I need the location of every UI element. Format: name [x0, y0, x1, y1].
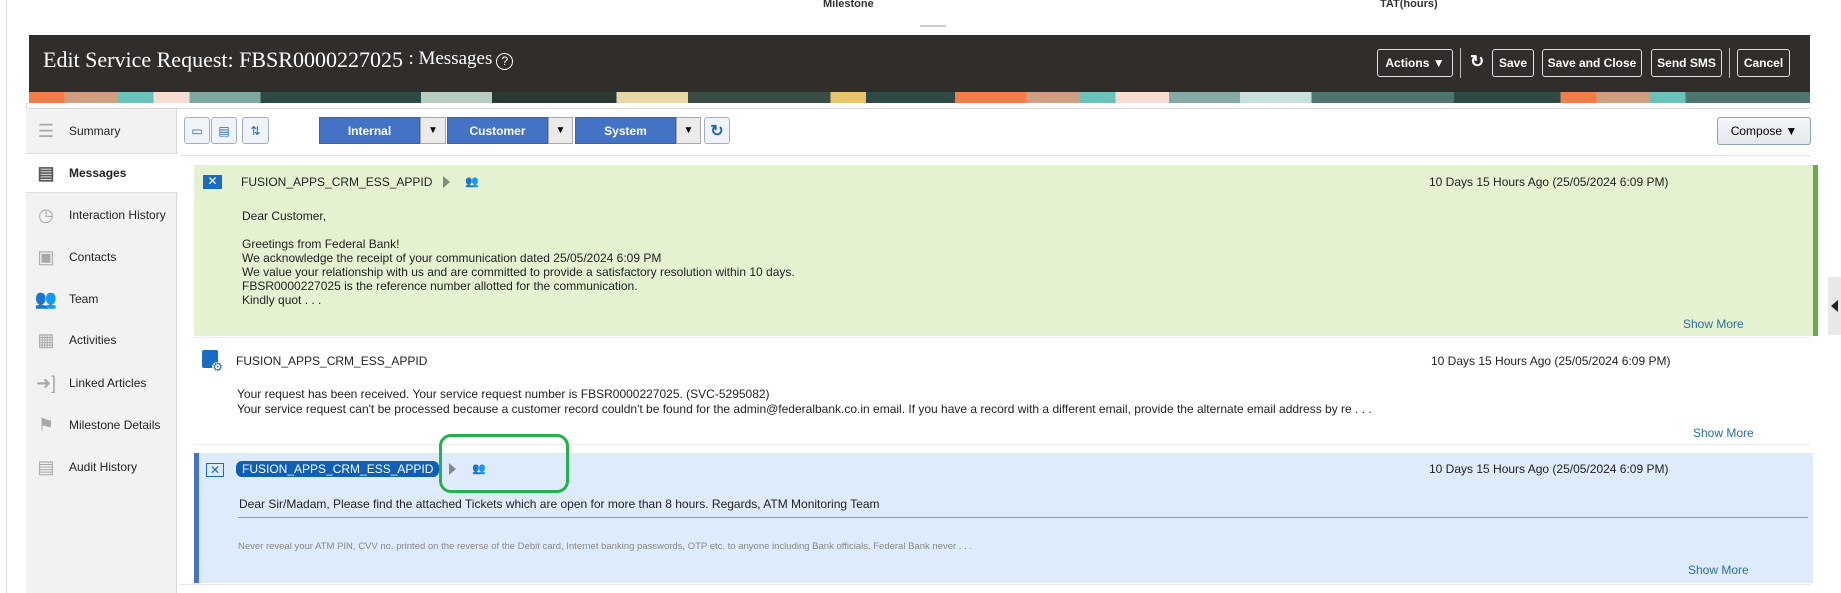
message-line: FBSR0000227025 is the reference number a…	[242, 279, 638, 293]
page-title: Edit Service Request: FBSR0000227025 : M…	[43, 47, 514, 73]
sidebar-item-contacts[interactable]: ▣ Contacts	[26, 237, 177, 277]
email-icon: ✕	[206, 463, 224, 477]
sidebar-item-label: Audit History	[69, 460, 138, 474]
show-more-link[interactable]: Show More	[1688, 563, 1749, 577]
sidebar-item-label: Messages	[69, 166, 127, 180]
email-icon: ✕	[203, 175, 222, 189]
compact-view-icon: ▭	[191, 123, 203, 138]
filter-internal-button[interactable]: Internal	[319, 117, 420, 144]
message-timestamp: 10 Days 15 Hours Ago (25/05/2024 6:09 PM…	[1429, 175, 1669, 189]
sidebar-item-activities[interactable]: ▦ Activities	[26, 320, 177, 360]
message-sender[interactable]: FUSION_APPS_CRM_ESS_APPID	[236, 354, 427, 368]
sidebar-item-interaction-history[interactable]: ◷ Interaction History	[26, 195, 177, 235]
chevron-down-icon: ▼	[555, 125, 566, 136]
audit-icon: ▤	[37, 456, 55, 477]
message-line: Dear Customer,	[242, 209, 327, 223]
message-sender-selected[interactable]: FUSION_APPS_CRM_ESS_APPID	[236, 461, 440, 477]
linked-articles-icon: ➜]	[35, 372, 57, 393]
send-sms-button[interactable]: Send SMS	[1651, 49, 1722, 77]
contacts-icon: ▣	[37, 246, 55, 267]
filter-system-dropdown[interactable]: ▼	[676, 117, 701, 144]
message-line: Greetings from Federal Bank!	[242, 237, 400, 251]
refresh-messages-button[interactable]: ↻	[704, 117, 730, 144]
divider	[180, 155, 1810, 156]
summary-icon: ☰	[37, 120, 55, 141]
compose-button[interactable]: Compose ▼	[1717, 117, 1811, 145]
title-section: : Messages	[408, 48, 493, 69]
refresh-icon: ↻	[710, 122, 724, 140]
help-icon[interactable]: ?	[496, 53, 514, 71]
save-and-close-button[interactable]: Save and Close	[1542, 49, 1642, 77]
system-message-icon: ⚙	[202, 350, 223, 373]
page-border	[6, 0, 7, 593]
message-line: Your service request can't be processed …	[237, 402, 1372, 416]
compact-view-button[interactable]: ▭	[184, 117, 210, 144]
filter-customer-button[interactable]: Customer	[447, 117, 548, 144]
chevron-down-icon: ▼	[683, 125, 694, 136]
team-icon: 👥	[465, 176, 479, 188]
expand-recipients-icon[interactable]	[443, 176, 450, 188]
collapse-panel-handle[interactable]	[1828, 277, 1841, 335]
filter-system-button[interactable]: System	[575, 117, 676, 144]
sidebar-item-messages[interactable]: ▤ Messages	[26, 153, 178, 193]
separator	[1729, 48, 1730, 78]
message-timestamp: 10 Days 15 Hours Ago (25/05/2024 6:09 PM…	[1429, 462, 1669, 476]
column-header-milestone: Milestone	[823, 0, 874, 10]
team-icon: 👥	[34, 288, 58, 309]
message-disclaimer: Never reveal your ATM PIN, CVV no. print…	[238, 541, 972, 552]
chevron-down-icon: ▼	[428, 125, 438, 136]
refresh-icon[interactable]: ↻	[1470, 52, 1484, 72]
actions-menu-button[interactable]: Actions ▼	[1377, 49, 1453, 77]
gear-icon: ⚙	[212, 360, 223, 374]
save-button[interactable]: Save	[1492, 49, 1534, 77]
activities-icon: ▦	[37, 329, 55, 350]
sidebar-item-audit-history[interactable]: ▤ Audit History	[26, 447, 177, 487]
scroll-indicator	[920, 25, 946, 27]
show-more-link[interactable]: Show More	[1683, 317, 1744, 331]
message-line: Your request has been received. Your ser…	[237, 387, 770, 401]
sidebar-item-milestone-details[interactable]: ⚑ Milestone Details	[26, 405, 177, 445]
highlight-annotation	[439, 434, 569, 493]
show-more-link[interactable]: Show More	[1693, 426, 1754, 440]
sort-button[interactable]: ⇅	[242, 117, 269, 144]
sidebar-item-label: Milestone Details	[69, 418, 161, 432]
sidebar-item-team[interactable]: 👥 Team	[26, 279, 177, 319]
cancel-button[interactable]: Cancel	[1737, 49, 1790, 77]
message-sender[interactable]: FUSION_APPS_CRM_ESS_APPID	[241, 175, 432, 189]
sidebar-item-label: Team	[69, 292, 99, 306]
divider	[29, 108, 1810, 109]
message-timestamp: 10 Days 15 Hours Ago (25/05/2024 6:09 PM…	[1431, 354, 1671, 368]
filter-customer-dropdown[interactable]: ▼	[548, 117, 573, 144]
sidebar-item-linked-articles[interactable]: ➜] Linked Articles	[26, 363, 177, 403]
sidebar-item-label: Summary	[69, 124, 121, 138]
sort-icon: ⇅	[250, 123, 261, 138]
expanded-view-button[interactable]: ▤	[211, 117, 237, 144]
message-line: Dear Sir/Madam, Please find the attached…	[239, 497, 880, 511]
messages-icon: ▤	[37, 162, 55, 183]
separator	[1460, 48, 1461, 78]
sidebar-item-label: Linked Articles	[69, 376, 147, 390]
filter-internal-dropdown[interactable]: ▼	[420, 117, 446, 144]
message-line: We acknowledge the receipt of your commu…	[242, 251, 662, 265]
list-view-icon: ▤	[218, 123, 230, 138]
sidebar-item-label: Activities	[69, 333, 117, 347]
flag-icon: ⚑	[37, 414, 55, 435]
clock-icon: ◷	[38, 204, 54, 225]
header-banner	[29, 92, 1810, 103]
sidebar-item-label: Contacts	[69, 250, 117, 264]
divider	[180, 584, 1810, 585]
title-sr: Edit Service Request: FBSR0000227025	[43, 47, 403, 72]
message-line: Kindly quot . . .	[242, 293, 322, 307]
column-header-tat: TAT(hours)	[1380, 0, 1438, 10]
sidebar-item-label: Interaction History	[69, 208, 166, 222]
message-line: We value your relationship with us and a…	[242, 265, 795, 279]
sidebar-item-summary[interactable]: ☰ Summary	[26, 111, 177, 151]
divider	[238, 517, 1808, 518]
